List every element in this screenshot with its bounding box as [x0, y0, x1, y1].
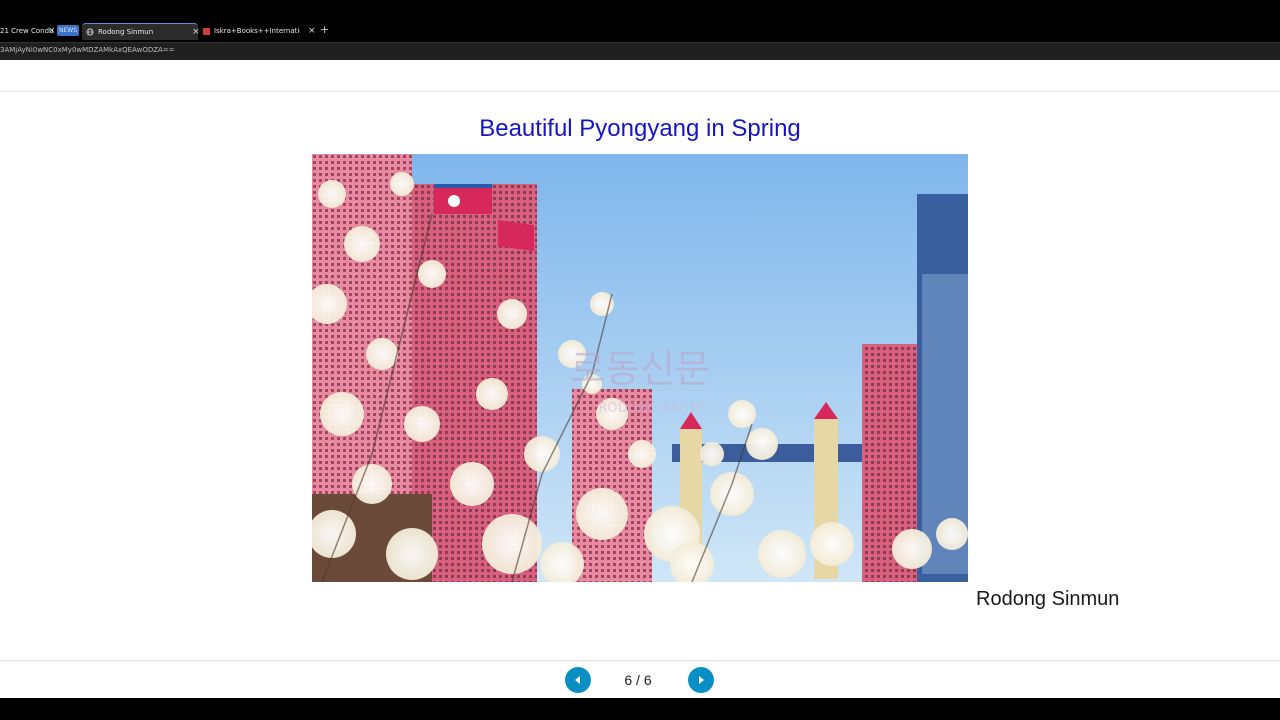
new-tab-button[interactable]: + [320, 23, 329, 36]
address-bar[interactable]: 3AMjAyNi0wNC0xMy0wMDZAMkAxQEAwODZA== [0, 42, 1280, 61]
slide-counter: 6 / 6 [624, 672, 652, 688]
news-badge[interactable]: NEWS [57, 25, 79, 36]
page-content: Beautiful Pyongyang in Spring 로동신문 RODON… [0, 60, 1280, 699]
favicon-icon [203, 27, 210, 35]
slide-photo: 로동신문 RODONG.REP.KP [312, 154, 968, 582]
previous-slide-button[interactable] [565, 667, 591, 693]
pager-bar: 6 / 6 [0, 660, 1280, 699]
address-url[interactable]: 3AMjAyNi0wNC0xMy0wMDZAMkAxQEAwODZA== [0, 46, 175, 54]
tab-crew[interactable]: 21 Crew Condu × [0, 23, 56, 39]
tab-label: Iskra+Books++Internationalism [214, 27, 300, 35]
tab-label: 21 Crew Condu [0, 27, 54, 35]
watermark-subtext: RODONG.REP.KP [599, 401, 706, 416]
next-slide-button[interactable] [688, 667, 714, 693]
screen-bottom-edge [0, 698, 1280, 720]
page-title: Beautiful Pyongyang in Spring [479, 115, 801, 142]
triangle-left-icon [575, 676, 580, 684]
divider [0, 91, 1280, 92]
close-icon[interactable]: × [192, 27, 200, 37]
close-icon[interactable]: × [48, 26, 56, 36]
tab-iskra-books[interactable]: Iskra+Books++Internationalism × [200, 23, 318, 39]
tab-label: Rodong Sinmun [98, 28, 154, 36]
watermark-text: 로동신문 [570, 347, 710, 391]
browser-tab-bar: 21 Crew Condu × NEWS Rodong Sinmun × Isk… [0, 0, 1280, 42]
photo-caption: Rodong Sinmun [976, 588, 1120, 610]
triangle-right-icon [699, 676, 704, 684]
close-icon[interactable]: × [308, 26, 316, 36]
globe-icon [86, 28, 94, 36]
tab-rodong-sinmun[interactable]: Rodong Sinmun × [82, 23, 200, 40]
